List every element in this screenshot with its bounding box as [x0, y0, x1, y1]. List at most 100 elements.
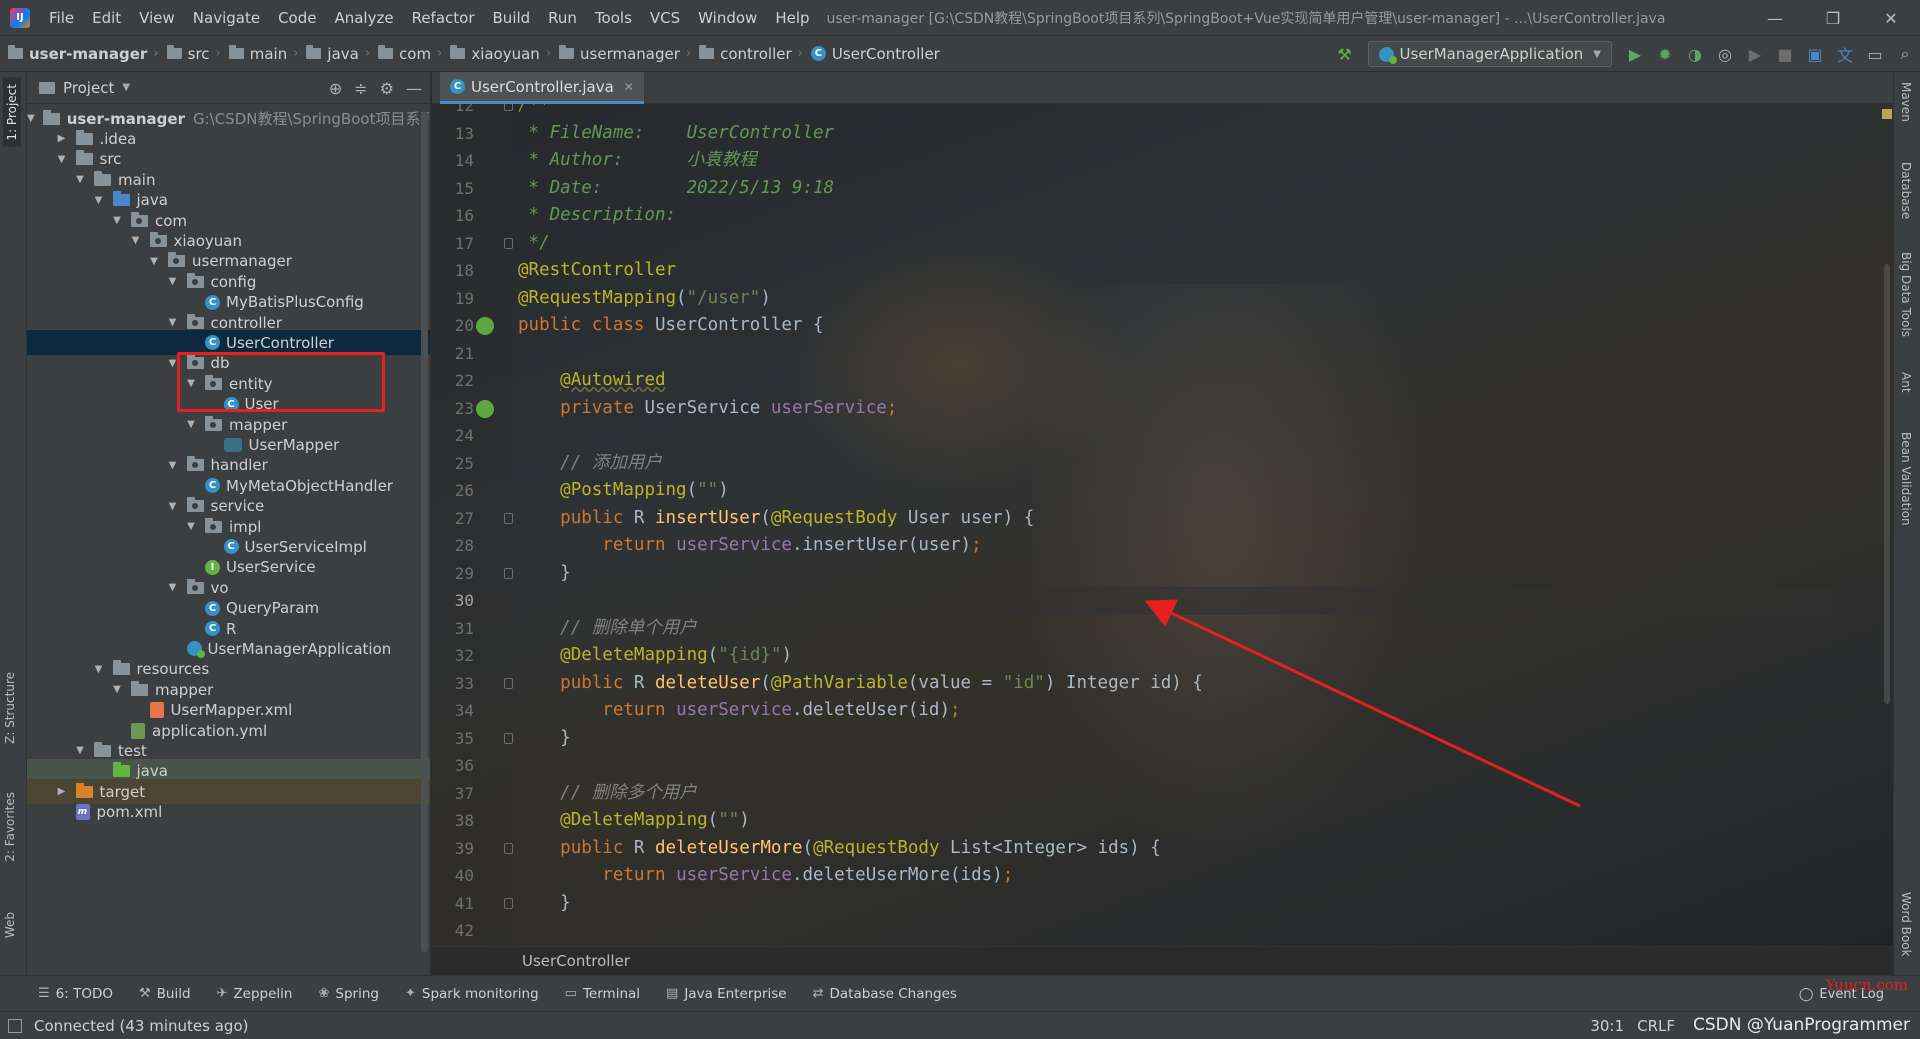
- code-line[interactable]: 41 }: [432, 890, 1832, 918]
- menu-navigate[interactable]: Navigate: [184, 0, 269, 36]
- expand-arrow-icon[interactable]: ▼: [167, 582, 179, 593]
- code-line[interactable]: 36: [432, 752, 1832, 780]
- fold-marker-icon[interactable]: [504, 104, 513, 111]
- tool-terminal[interactable]: ▭ Terminal: [565, 986, 640, 1002]
- code-line[interactable]: 34 return userService.deleteUser(id);: [432, 697, 1832, 725]
- code-line[interactable]: 18 @RestController: [432, 257, 1832, 285]
- caret-position[interactable]: 30:1: [1590, 1017, 1624, 1035]
- expand-arrow-icon[interactable]: ▼: [111, 684, 123, 695]
- menu-run[interactable]: Run: [539, 0, 586, 36]
- hammer-icon[interactable]: ⚒: [1330, 36, 1360, 72]
- menu-analyze[interactable]: Analyze: [325, 0, 402, 36]
- code-line[interactable]: 27 public R insertUser(@RequestBody User…: [432, 505, 1832, 533]
- translate-icon[interactable]: 文: [1830, 36, 1860, 72]
- menu-help[interactable]: Help: [766, 0, 818, 36]
- code-line[interactable]: 35 }: [432, 725, 1832, 753]
- collapse-arrow-icon[interactable]: ▶: [56, 133, 68, 144]
- breadcrumb-item[interactable]: java ›: [298, 45, 370, 63]
- menu-view[interactable]: View: [130, 0, 184, 36]
- fold-marker-icon[interactable]: [504, 567, 513, 579]
- close-tab-icon[interactable]: ✕: [624, 80, 634, 94]
- fold-marker-icon[interactable]: [504, 677, 513, 689]
- code-line[interactable]: 23 private UserService userService;: [432, 395, 1832, 423]
- expand-arrow-icon[interactable]: ▼: [111, 215, 123, 226]
- line-separator[interactable]: CRLF: [1637, 1017, 1675, 1035]
- menu-window[interactable]: Window: [689, 0, 766, 36]
- tool-spark-monitoring[interactable]: ✦ Spark monitoring: [405, 986, 539, 1002]
- menu-file[interactable]: File: [40, 0, 83, 36]
- code-line[interactable]: 39 public R deleteUserMore(@RequestBody …: [432, 835, 1832, 863]
- tab-maven[interactable]: Maven: [1899, 82, 1913, 122]
- code-line[interactable]: 12 /**: [432, 104, 1832, 120]
- tab-big-data-tools[interactable]: Big Data Tools: [1899, 252, 1913, 337]
- expand-arrow-icon[interactable]: ▼: [185, 378, 197, 389]
- tree-item[interactable]: m pom.xml: [27, 800, 430, 825]
- tree-scrollbar[interactable]: [421, 112, 428, 952]
- code-line[interactable]: 29 }: [432, 560, 1832, 588]
- code-line[interactable]: 28 return userService.insertUser(user);: [432, 532, 1832, 560]
- profile-icon[interactable]: ◎: [1710, 36, 1740, 72]
- editor-breadcrumb-item[interactable]: UserController: [522, 952, 630, 970]
- warning-marker-icon[interactable]: [1882, 109, 1892, 119]
- code-line[interactable]: 25 // 添加用户: [432, 450, 1832, 478]
- spring-bean-gutter-icon[interactable]: [476, 399, 494, 418]
- breadcrumb-item[interactable]: src ›: [159, 45, 221, 63]
- menu-vcs[interactable]: VCS: [641, 0, 689, 36]
- tab-database[interactable]: Database: [1899, 162, 1913, 219]
- code-line[interactable]: 19 @RequestMapping("/user"): [432, 285, 1832, 313]
- run-config-selector[interactable]: UserManagerApplication ▼: [1367, 41, 1612, 67]
- attach-icon[interactable]: ▶: [1740, 36, 1770, 72]
- breadcrumb-item[interactable]: user-manager ›: [0, 45, 159, 63]
- code-line[interactable]: 38 @DeleteMapping(""): [432, 807, 1832, 835]
- breadcrumb-item[interactable]: usermanager ›: [551, 45, 691, 63]
- hide-icon[interactable]: —: [406, 79, 422, 98]
- tool-windows-toggle-icon[interactable]: [8, 1019, 22, 1033]
- menu-code[interactable]: Code: [269, 0, 325, 36]
- expand-arrow-icon[interactable]: ▼: [167, 460, 179, 471]
- coverage-icon[interactable]: ◑: [1680, 36, 1710, 72]
- code-line[interactable]: 22 @Autowired: [432, 367, 1832, 395]
- code-line[interactable]: 42: [432, 917, 1832, 945]
- code-line[interactable]: 13 * FileName: UserController: [432, 120, 1832, 148]
- project-structure-icon[interactable]: ▣: [1800, 36, 1830, 72]
- tab-web[interactable]: Web: [3, 912, 17, 938]
- breadcrumb-item[interactable]: xiaoyuan ›: [442, 45, 551, 63]
- code-line[interactable]: 15 * Date: 2022/5/13 9:18: [432, 175, 1832, 203]
- expand-arrow-icon[interactable]: ▼: [56, 154, 68, 165]
- restore-button[interactable]: ❐: [1804, 0, 1862, 36]
- breadcrumb-item[interactable]: com ›: [370, 45, 442, 63]
- expand-arrow-icon[interactable]: ▼: [167, 358, 179, 369]
- project-panel-title[interactable]: Project: [63, 79, 114, 97]
- stop-icon[interactable]: ■: [1770, 36, 1800, 72]
- tool-build[interactable]: ⚒ Build: [139, 986, 191, 1002]
- menu-refactor[interactable]: Refactor: [403, 0, 484, 36]
- scroll-thumb[interactable]: [1884, 264, 1890, 704]
- tab-project[interactable]: 1: Project: [3, 78, 21, 147]
- fold-marker-icon[interactable]: [504, 842, 513, 854]
- code-line[interactable]: 33 public R deleteUser(@PathVariable(val…: [432, 670, 1832, 698]
- tool-spring[interactable]: ❀ Spring: [319, 986, 379, 1002]
- tool-java-enterprise[interactable]: ▤ Java Enterprise: [666, 986, 787, 1002]
- expand-arrow-icon[interactable]: ▼: [74, 745, 86, 756]
- tab-favorites[interactable]: 2: Favorites: [3, 792, 17, 862]
- tool-database-changes[interactable]: ⇄ Database Changes: [813, 986, 957, 1002]
- code-line[interactable]: 24: [432, 422, 1832, 450]
- expand-arrow-icon[interactable]: ▼: [167, 276, 179, 287]
- expand-arrow-icon[interactable]: ▼: [185, 419, 197, 430]
- menu-build[interactable]: Build: [484, 0, 540, 36]
- locate-icon[interactable]: ⊕: [329, 79, 342, 98]
- menu-edit[interactable]: Edit: [83, 0, 130, 36]
- tool-todo[interactable]: ☰ 6: TODO: [38, 986, 113, 1002]
- code-line[interactable]: 30: [432, 587, 1832, 615]
- code-editor[interactable]: 12/** 13 * FileName: UserController 14 * A…: [432, 104, 1893, 946]
- code-line[interactable]: 31 // 删除单个用户: [432, 615, 1832, 643]
- expand-arrow-icon[interactable]: ▼: [74, 174, 86, 185]
- breadcrumb-item[interactable]: C UserController: [803, 45, 940, 63]
- fold-marker-icon[interactable]: [504, 732, 513, 744]
- menu-tools[interactable]: Tools: [586, 0, 641, 36]
- expand-arrow-icon[interactable]: ▼: [167, 317, 179, 328]
- code-line[interactable]: 17 */: [432, 230, 1832, 258]
- breadcrumb-item[interactable]: controller ›: [691, 45, 803, 63]
- fold-marker-icon[interactable]: [504, 897, 513, 909]
- collapse-arrow-icon[interactable]: ▶: [56, 786, 68, 797]
